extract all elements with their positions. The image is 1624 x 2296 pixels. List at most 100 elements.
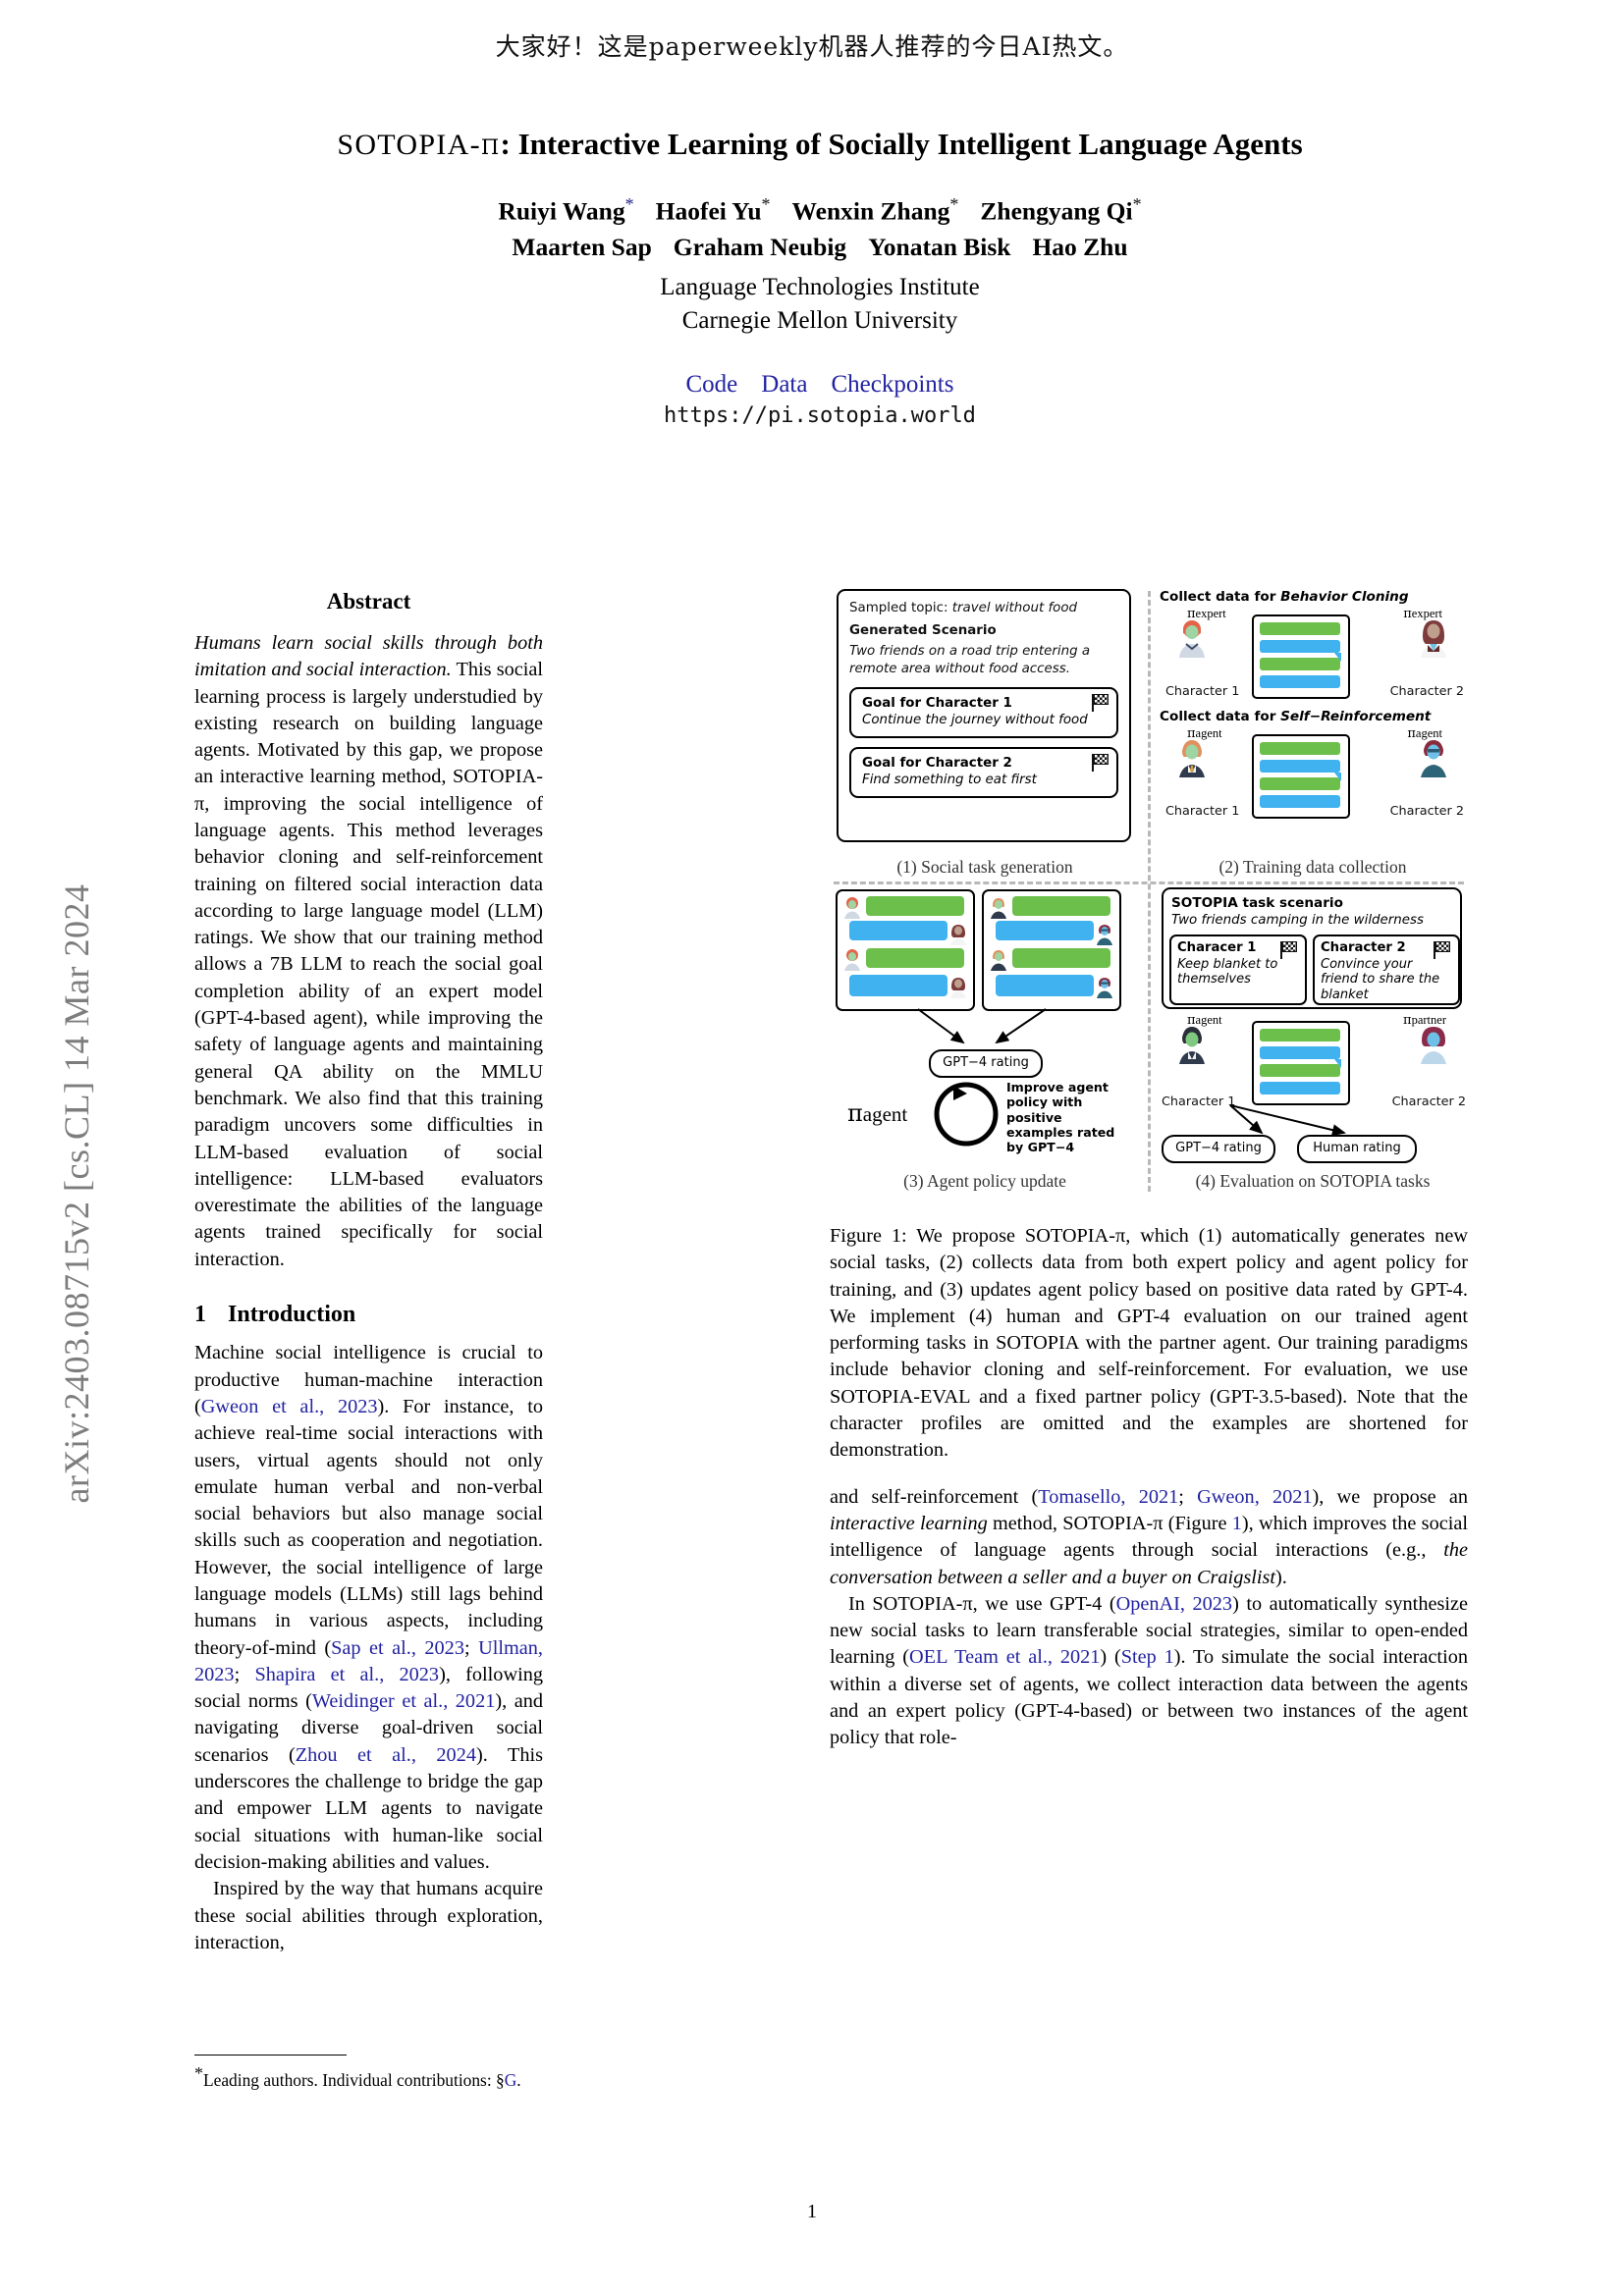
link-checkpoints[interactable]: Checkpoints: [831, 371, 953, 398]
step-reference[interactable]: Step 1: [1121, 1646, 1174, 1668]
text-run-italic: interactive learning: [830, 1512, 988, 1534]
text-run: ;: [1178, 1485, 1198, 1508]
author-star: *: [949, 194, 959, 214]
character-2-label: Character 2: [1389, 804, 1464, 819]
citation[interactable]: Tomasello, 2021: [1038, 1486, 1178, 1508]
affiliation-line-1: Language Technologies Institute: [660, 273, 980, 300]
gpt4-rating-pill: GPT−4 rating: [1162, 1135, 1275, 1163]
title-rest: : Interactive Learning of Socially Intel…: [500, 127, 1303, 161]
abstract-heading: Abstract: [326, 589, 411, 614]
panel-2-caption: (2) Training data collection: [1218, 857, 1407, 877]
goal-title: Goal for Character 2: [862, 755, 1012, 771]
avatar-character-1: [1175, 618, 1209, 658]
character-1-label: Character 1: [1165, 684, 1240, 699]
right-paragraph-2: In SOTOPIA-π, we use GPT-4 (OpenAI, 2023…: [830, 1591, 1468, 1752]
project-url[interactable]: https://pi.sotopia.world: [196, 403, 1443, 428]
figure-1-caption: Figure 1: We propose SOTOPIA-π, which (1…: [830, 1223, 1468, 1465]
author-row-2: Maarten Sap Graham Neubig Yonatan Bisk Hao …: [196, 230, 1443, 265]
chinese-banner: 大家好！这是paperweekly机器人推荐的今日AI热文。: [495, 32, 1129, 61]
text-run: and self-reinforcement (: [830, 1485, 1039, 1508]
avatar-character-2: [1417, 738, 1450, 777]
mini-avatar-character-2: [1095, 923, 1114, 945]
intro-paragraph-2: Inspired by the way that humans acquire …: [194, 1878, 543, 1953]
mini-avatar-character-2: [948, 976, 968, 998]
footnote-text: *Leading authors. Individual contributio…: [194, 2062, 543, 2091]
footnote-ref[interactable]: G: [505, 2070, 517, 2090]
citation[interactable]: Shapira et al., 2023: [254, 1664, 439, 1685]
author: Zhengyang Qi: [980, 196, 1133, 226]
citation[interactable]: OpenAI, 2023: [1116, 1593, 1232, 1615]
right-paragraph-1: and self-reinforcement (Tomasello, 2021;…: [830, 1484, 1468, 1591]
checkered-flag-icon: [1092, 753, 1109, 772]
figure-horizontal-divider: [834, 881, 1464, 884]
conversation-box: [1252, 1021, 1350, 1105]
abstract-body: Humans learn social skills through both …: [194, 630, 543, 1273]
author: Yonatan Bisk: [868, 232, 1011, 261]
human-rating-pill: Human rating: [1297, 1135, 1417, 1163]
figure-panel-4: SOTOPIA task scenario Two friends campin…: [1158, 887, 1468, 1192]
citation[interactable]: Gweon, 2021: [1197, 1486, 1312, 1508]
title-block: SOTOPIA-π: Interactive Learning of Socia…: [196, 126, 1443, 428]
right-column: Figure 1: We propose SOTOPIA-π, which (1…: [830, 1209, 1468, 1752]
sampled-topic-label: Sampled topic:: [849, 601, 952, 615]
citation[interactable]: Gweon et al., 2023: [201, 1396, 378, 1417]
character-2-goal-card: Character 2 Convince your friend to shar…: [1313, 934, 1460, 1005]
page-title: SOTOPIA-π: Interactive Learning of Socia…: [337, 127, 1303, 162]
character-name: Character 2: [1321, 940, 1406, 955]
goal-card-character-2: Goal for Character 2 Find something to e…: [849, 746, 1118, 798]
social-task-card: Sampled topic: travel without food Gener…: [837, 589, 1131, 842]
citation[interactable]: Sap et al., 2023: [331, 1637, 464, 1659]
character-1-goal-card: Characer 1 Keep blanket to themselves: [1169, 934, 1307, 1005]
generated-scenario-label: Generated Scenario: [849, 622, 997, 638]
author-star: *: [624, 194, 634, 214]
citation[interactable]: Zhou et al., 2024: [296, 1744, 476, 1766]
figure-reference[interactable]: 1: [1232, 1513, 1242, 1534]
author: Graham Neubig: [673, 232, 847, 261]
policy-label-agent: πagent: [847, 1099, 908, 1127]
link-code[interactable]: Code: [686, 371, 738, 398]
character-1-label: Character 1: [1165, 804, 1240, 819]
character-goal: Keep blanket to themselves: [1177, 957, 1278, 988]
figure-caption-text: We propose SOTOPIA-π, which (1) automati…: [830, 1225, 1468, 1462]
resource-links: Code Data Checkpoints https://pi.sotopia.w…: [196, 371, 1443, 428]
mini-avatar-character-1: [842, 948, 862, 971]
author-star: *: [1132, 194, 1142, 214]
title-pi: π: [480, 128, 501, 162]
panel-4-caption: (4) Evaluation on SOTOPIA tasks: [1195, 1171, 1431, 1191]
link-data[interactable]: Data: [761, 371, 807, 398]
conversation-box: [1252, 614, 1350, 699]
citation[interactable]: OEL Team et al., 2021: [909, 1646, 1100, 1668]
avatar-character-1: [1175, 738, 1209, 777]
figure-grid: Sampled topic: travel without food Gener…: [830, 587, 1468, 1196]
dialogue-sample-1: [836, 889, 975, 1011]
generated-scenario-text: Two friends on a road trip entering a re…: [849, 644, 1091, 677]
mini-avatar-character-1: [989, 948, 1008, 971]
text-run: Behavior Cloning: [1280, 589, 1409, 605]
sotopia-task-scenario-card: SOTOPIA task scenario Two friends campin…: [1162, 887, 1462, 1009]
behavior-cloning-row: πexpert πexpert Character 1 Character 2: [1158, 607, 1468, 703]
gpt4-rating-pill: GPT−4 rating: [929, 1049, 1043, 1078]
self-improvement-loop: [934, 1082, 999, 1147]
goal-text: Find something to eat first: [862, 772, 1037, 787]
left-column: Abstract Humans learn social skills thro…: [194, 587, 543, 1956]
scenario-title: SOTOPIA task scenario: [1171, 895, 1343, 911]
figure-label: Figure 1:: [830, 1225, 917, 1247]
mini-avatar-character-1: [842, 896, 862, 919]
avatar-character-2: [1417, 618, 1450, 658]
figure-panel-2: Collect data for Behavior Cloning πexper…: [1158, 587, 1468, 878]
text-run: method, SOTOPIA-π (Figure: [987, 1512, 1232, 1534]
author: Maarten Sap: [512, 232, 652, 261]
character-2-label: Character 2: [1389, 684, 1464, 699]
text-run: ;: [463, 1636, 479, 1659]
section-heading-introduction: 1 Introduction: [194, 1299, 543, 1330]
checkered-flag-icon: [1092, 693, 1109, 712]
mini-avatar-character-1: [989, 896, 1008, 919]
page-number: 1: [807, 2201, 817, 2222]
improve-policy-text: Improve agent policy with positive examp…: [1006, 1080, 1115, 1155]
citation[interactable]: Weidinger et al., 2021: [312, 1690, 496, 1712]
scenario-subtitle: Two friends camping in the wilderness: [1171, 913, 1424, 928]
evaluation-conversation-row: πagent πpartner Character 1 Character 2: [1158, 1013, 1468, 1111]
checkered-flag-icon: [1280, 941, 1297, 959]
panel-1-caption: (1) Social task generation: [896, 857, 1073, 877]
author: Hao Zhu: [1032, 232, 1128, 261]
